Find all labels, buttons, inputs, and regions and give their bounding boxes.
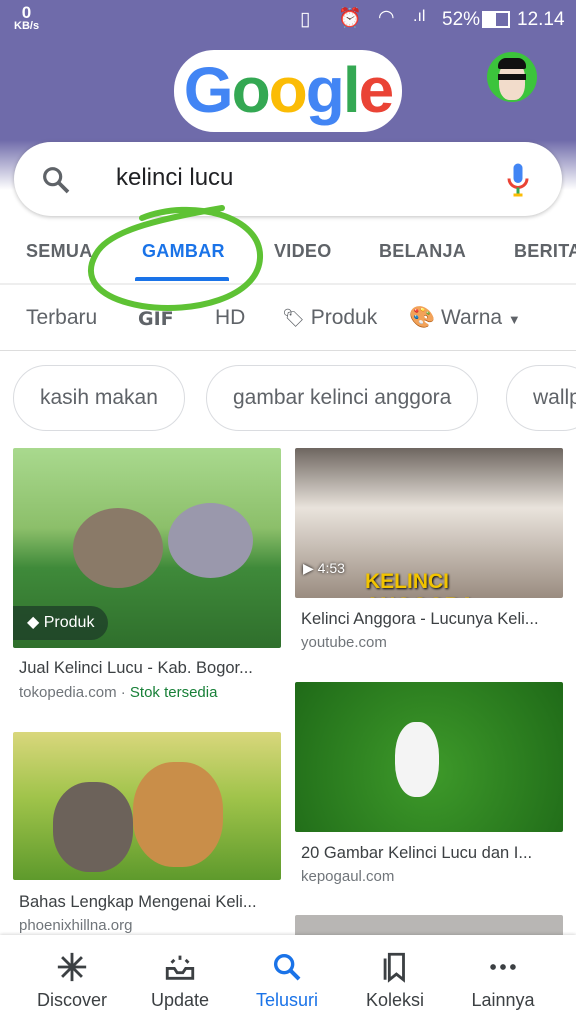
search-icon <box>273 953 301 981</box>
stock-status: Stok tersedia <box>129 684 218 701</box>
battery-percent: 52% <box>442 9 481 30</box>
battery-icon <box>482 11 510 28</box>
vibrate-icon: ▯ <box>300 9 311 30</box>
filter-hd[interactable]: HD <box>215 306 245 330</box>
wifi-icon: ◠ <box>378 7 395 28</box>
produk-badge: ◆ Produk <box>13 606 109 640</box>
divider <box>0 350 576 351</box>
tab-belanja[interactable]: BELANJA <box>379 241 466 262</box>
nav-koleksi[interactable]: Koleksi <box>345 950 445 1011</box>
filter-produk[interactable]: 🏷 Produk <box>282 306 377 330</box>
nav-label: Update <box>150 990 210 1010</box>
suggestion-chip[interactable]: gambar kelinci anggora <box>206 365 479 431</box>
result-image-4[interactable] <box>295 682 563 832</box>
nav-label: Discover <box>36 990 107 1010</box>
result-title[interactable]: Bahas Lengkap Mengenai Keli... <box>19 893 281 912</box>
signal-icon: .ıl <box>413 8 426 25</box>
nav-discover[interactable]: Discover <box>22 950 122 1011</box>
asterisk-icon <box>57 952 87 982</box>
nav-label: Telusuri <box>255 990 319 1010</box>
result-domain: phoenixhillna.org <box>19 917 133 934</box>
result-image-1[interactable]: ◆ Produk <box>13 448 281 648</box>
filter-gif[interactable]: GIF <box>138 308 174 330</box>
google-doodle-logo[interactable]: Google <box>174 50 402 132</box>
duration-text: 4:53 <box>317 560 345 576</box>
nav-label: Lainnya <box>471 990 535 1010</box>
result-domain: youtube.com <box>301 634 387 651</box>
avatar[interactable] <box>487 52 537 102</box>
palette-icon: 🎨 <box>409 306 436 329</box>
update-tray-icon <box>165 955 195 980</box>
annotation-circle <box>88 205 264 311</box>
nav-lainnya[interactable]: Lainnya <box>453 950 553 1011</box>
nav-telusuri[interactable]: Telusuri <box>237 950 337 1011</box>
more-dots-icon <box>490 964 516 970</box>
speed-value: 0 <box>21 3 32 22</box>
result-image-3[interactable] <box>13 732 281 880</box>
produk-badge-label: Produk <box>43 614 95 631</box>
filter-warna[interactable]: 🎨 Warna ▼ <box>409 306 521 330</box>
domain-text: tokopedia.com <box>19 684 117 701</box>
tab-video[interactable]: VIDEO <box>274 241 332 262</box>
filter-terbaru[interactable]: Terbaru <box>26 306 97 330</box>
network-speed: 0 KB/s <box>14 4 39 32</box>
search-input[interactable]: kelinci lucu <box>116 164 233 192</box>
result-domain: kepogaul.com <box>301 868 395 885</box>
result-image-2[interactable]: ▶ 4:53 KELINCI ANGGORA <box>295 448 563 598</box>
speed-unit: KB/s <box>14 20 40 32</box>
dropdown-arrow-icon: ▼ <box>507 312 521 327</box>
suggestion-chip[interactable]: wallpaper <box>506 365 576 431</box>
filter-warna-label: Warna <box>441 306 503 329</box>
clock: 12.14 <box>517 9 565 30</box>
result-title[interactable]: Jual Kelinci Lucu - Kab. Bogor... <box>19 659 281 678</box>
suggestion-chip[interactable]: kasih makan <box>13 365 185 431</box>
bookmarks-icon <box>383 952 405 983</box>
result-title[interactable]: Kelinci Anggora - Lucunya Keli... <box>301 610 563 629</box>
result-title[interactable]: 20 Gambar Kelinci Lucu dan I... <box>301 844 563 863</box>
result-domain: tokopedia.com · Stok tersedia <box>19 684 218 701</box>
video-duration: ▶ 4:53 <box>303 560 345 576</box>
nav-label: Koleksi <box>365 990 425 1010</box>
nav-update[interactable]: Update <box>130 950 230 1011</box>
alarm-icon: ⏰ <box>338 8 362 29</box>
filter-produk-label: Produk <box>310 306 378 329</box>
microphone-icon[interactable] <box>506 162 530 198</box>
tab-berita[interactable]: BERITA <box>514 241 576 262</box>
search-icon[interactable] <box>40 164 72 196</box>
video-overlay-text: KELINCI ANGGORA <box>365 570 475 598</box>
tag-icon: 🏷 <box>282 308 305 328</box>
